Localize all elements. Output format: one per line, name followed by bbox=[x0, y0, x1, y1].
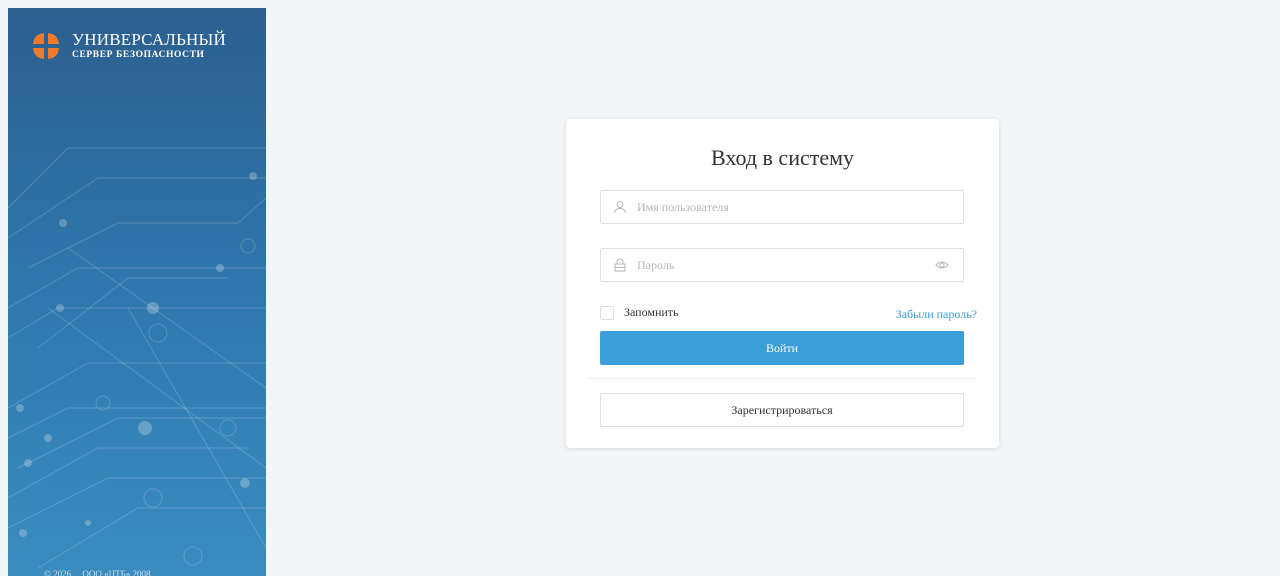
eye-icon[interactable] bbox=[935, 258, 949, 272]
password-input[interactable] bbox=[637, 249, 935, 281]
user-icon bbox=[614, 201, 626, 214]
brand-logo: УНИВЕРСАЛЬНЫЙ СЕРВЕР БЕЗОПАСНОСТИ bbox=[30, 30, 226, 62]
login-button[interactable]: Войти bbox=[600, 331, 964, 365]
remember-me[interactable]: Запомнить bbox=[600, 305, 679, 320]
brand-sidebar: УНИВЕРСАЛЬНЫЙ СЕРВЕР БЕЗОПАСНОСТИ © 2026… bbox=[8, 8, 266, 576]
forgot-password-link[interactable]: Забыли пароль? bbox=[896, 307, 977, 322]
brand-subtitle: СЕРВЕР БЕЗОПАСНОСТИ bbox=[72, 50, 205, 61]
lock-icon bbox=[614, 258, 626, 272]
divider bbox=[588, 378, 977, 379]
copyright-text: © 2026 ... ООО «ЦТБ» 2008 bbox=[44, 570, 151, 576]
logo-icon bbox=[33, 33, 59, 59]
brand-title: УНИВЕРСАЛЬНЫЙ bbox=[72, 30, 227, 50]
remember-label: Запомнить bbox=[624, 305, 679, 319]
login-title: Вход в систему bbox=[710, 145, 855, 170]
circuit-pattern bbox=[8, 147, 266, 569]
username-field bbox=[600, 190, 964, 224]
login-card: Вход в систему Запомнить Забыли пароль? … bbox=[566, 119, 999, 448]
register-button[interactable]: Зарегистрироваться bbox=[600, 393, 964, 427]
username-input[interactable] bbox=[637, 191, 963, 223]
remember-checkbox[interactable] bbox=[600, 305, 614, 320]
password-field bbox=[600, 248, 964, 282]
